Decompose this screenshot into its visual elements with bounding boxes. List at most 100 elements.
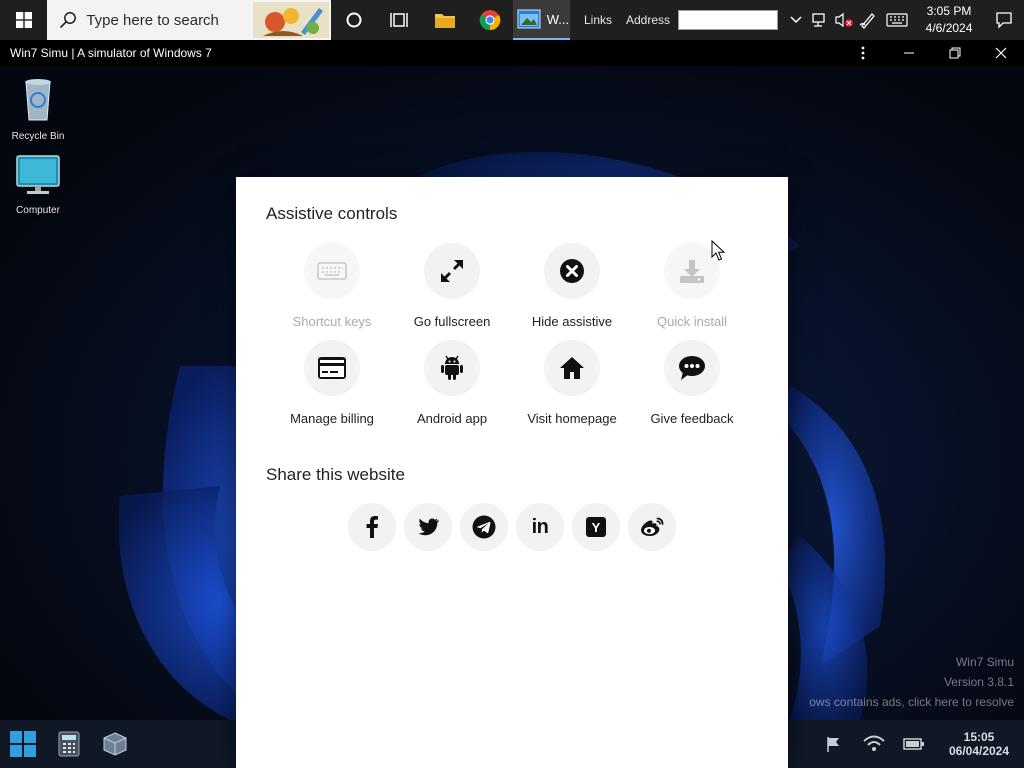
sim-package-button[interactable] bbox=[92, 720, 138, 768]
watermark-line-3: ows contains ads, click here to resolve bbox=[809, 695, 1014, 709]
recycle-bin-icon bbox=[25, 79, 51, 121]
wifi-icon bbox=[863, 735, 885, 751]
assistive-controls-modal: Assistive controls Shortcut keys Go full… bbox=[236, 177, 788, 768]
chevron-down-icon bbox=[790, 16, 802, 24]
quick-install-label: Quick install bbox=[656, 314, 728, 329]
share-buttons: in Y bbox=[348, 503, 676, 551]
share-telegram-button[interactable] bbox=[460, 503, 508, 551]
shortcut-keys-label: Shortcut keys bbox=[292, 314, 372, 329]
desktop-icon-label: Computer bbox=[16, 205, 60, 216]
calculator-icon bbox=[58, 731, 80, 757]
close-circle-icon bbox=[560, 259, 584, 283]
sim-clock-date: 06/04/2024 bbox=[948, 744, 1010, 758]
search-placeholder: Type here to search bbox=[86, 11, 219, 29]
expand-icon bbox=[441, 260, 463, 282]
folder-icon bbox=[434, 14, 455, 28]
share-facebook-button[interactable] bbox=[348, 503, 396, 551]
host-clock-date: 4/6/2024 bbox=[925, 21, 973, 35]
chat-icon bbox=[679, 356, 705, 380]
taskbar-file-explorer[interactable] bbox=[422, 0, 467, 40]
restore-icon bbox=[949, 47, 961, 59]
links-toolbar-label[interactable]: Links bbox=[584, 13, 612, 27]
visit-homepage-label: Visit homepage bbox=[527, 411, 617, 426]
tray-pen[interactable] bbox=[856, 0, 880, 40]
chrome-icon bbox=[479, 10, 501, 31]
sim-tray-battery[interactable] bbox=[894, 720, 934, 768]
host-taskbar: Type here to search W... Links Address 3… bbox=[0, 0, 1024, 40]
taskbar-active-app[interactable]: W... bbox=[512, 0, 570, 40]
share-title: Share this website bbox=[266, 465, 405, 484]
cortana-button[interactable] bbox=[331, 0, 376, 40]
give-feedback-button[interactable]: Give feedback bbox=[632, 340, 752, 426]
computer-icon bbox=[16, 155, 60, 194]
tray-network[interactable] bbox=[808, 0, 832, 40]
app-window-icon bbox=[517, 9, 541, 29]
address-input[interactable] bbox=[678, 10, 779, 30]
share-linkedin-button[interactable]: in bbox=[516, 503, 564, 551]
pen-icon bbox=[859, 13, 875, 29]
action-center-button[interactable] bbox=[984, 0, 1024, 40]
facebook-icon bbox=[366, 516, 378, 538]
cortana-icon bbox=[346, 12, 362, 28]
touch-keyboard-icon bbox=[886, 13, 908, 27]
activation-watermark[interactable]: Win7 Simu Version 3.8.1 ows contains ads… bbox=[809, 652, 1014, 712]
visit-homepage-button[interactable]: Visit homepage bbox=[512, 340, 632, 426]
windows-start-button[interactable] bbox=[0, 0, 47, 40]
taskbar-chrome[interactable] bbox=[467, 0, 512, 40]
address-toolbar-label: Address bbox=[626, 13, 671, 27]
share-twitter-button[interactable] bbox=[404, 503, 452, 551]
sim-start-button[interactable] bbox=[0, 720, 46, 768]
search-highlight-art-icon bbox=[253, 2, 330, 38]
linkedin-icon: in bbox=[531, 515, 549, 538]
sim-tray-wifi[interactable] bbox=[854, 720, 894, 768]
hide-assistive-button[interactable]: Hide assistive bbox=[512, 243, 632, 329]
tray-keyboard[interactable] bbox=[880, 0, 914, 40]
download-icon bbox=[680, 260, 704, 283]
desktop-icon-computer[interactable]: Computer bbox=[5, 154, 71, 216]
watermark-line-2: Version 3.8.1 bbox=[943, 675, 1014, 689]
notification-icon bbox=[996, 12, 1012, 29]
tray-overflow-button[interactable] bbox=[784, 0, 808, 40]
hacker-news-letter: Y bbox=[591, 519, 601, 535]
share-hacker-news-button[interactable]: Y bbox=[572, 503, 620, 551]
active-app-label: W... bbox=[546, 11, 570, 27]
give-feedback-label: Give feedback bbox=[650, 411, 734, 426]
windows-logo-icon bbox=[15, 12, 32, 28]
manage-billing-label: Manage billing bbox=[290, 411, 374, 426]
tray-volume[interactable] bbox=[832, 0, 856, 40]
close-icon bbox=[995, 47, 1007, 59]
shortcut-keys-button[interactable]: Shortcut keys bbox=[272, 243, 392, 329]
network-icon bbox=[812, 13, 825, 27]
quick-install-button[interactable]: Quick install bbox=[632, 243, 752, 329]
keyboard-icon bbox=[317, 262, 347, 280]
close-window-button[interactable] bbox=[978, 40, 1024, 66]
telegram-icon bbox=[472, 515, 496, 539]
sim-calculator-button[interactable] bbox=[46, 720, 92, 768]
credit-card-icon bbox=[318, 357, 346, 379]
assistive-controls-title: Assistive controls bbox=[266, 204, 398, 223]
task-view-button[interactable] bbox=[377, 0, 422, 40]
sim-tray-flag[interactable] bbox=[814, 720, 854, 768]
host-clock[interactable]: 3:05 PM 4/6/2024 bbox=[914, 3, 984, 37]
home-icon bbox=[560, 357, 584, 379]
minimize-icon bbox=[904, 52, 914, 54]
taskbar-search-box[interactable]: Type here to search bbox=[47, 0, 332, 40]
android-app-button[interactable]: Android app bbox=[392, 340, 512, 426]
minimize-button[interactable] bbox=[886, 40, 932, 66]
window-menu-button[interactable] bbox=[840, 40, 886, 66]
volume-muted-icon bbox=[835, 12, 854, 28]
twitter-icon bbox=[418, 518, 439, 536]
go-fullscreen-label: Go fullscreen bbox=[413, 314, 491, 329]
restore-button[interactable] bbox=[932, 40, 978, 66]
hide-assistive-label: Hide assistive bbox=[531, 314, 613, 329]
sim-clock[interactable]: 15:05 06/04/2024 bbox=[934, 730, 1024, 758]
go-fullscreen-button[interactable]: Go fullscreen bbox=[392, 243, 512, 329]
share-weibo-button[interactable] bbox=[628, 503, 676, 551]
app-title-bar: Win7 Simu | A simulator of Windows 7 bbox=[0, 40, 1024, 66]
watermark-line-1: Win7 Simu bbox=[955, 655, 1014, 669]
host-clock-time: 3:05 PM bbox=[926, 4, 972, 18]
desktop-icon-recycle-bin[interactable]: Recycle Bin bbox=[5, 76, 71, 142]
manage-billing-button[interactable]: Manage billing bbox=[272, 340, 392, 426]
package-box-icon bbox=[103, 732, 127, 756]
action-center-flag-icon bbox=[827, 737, 839, 752]
